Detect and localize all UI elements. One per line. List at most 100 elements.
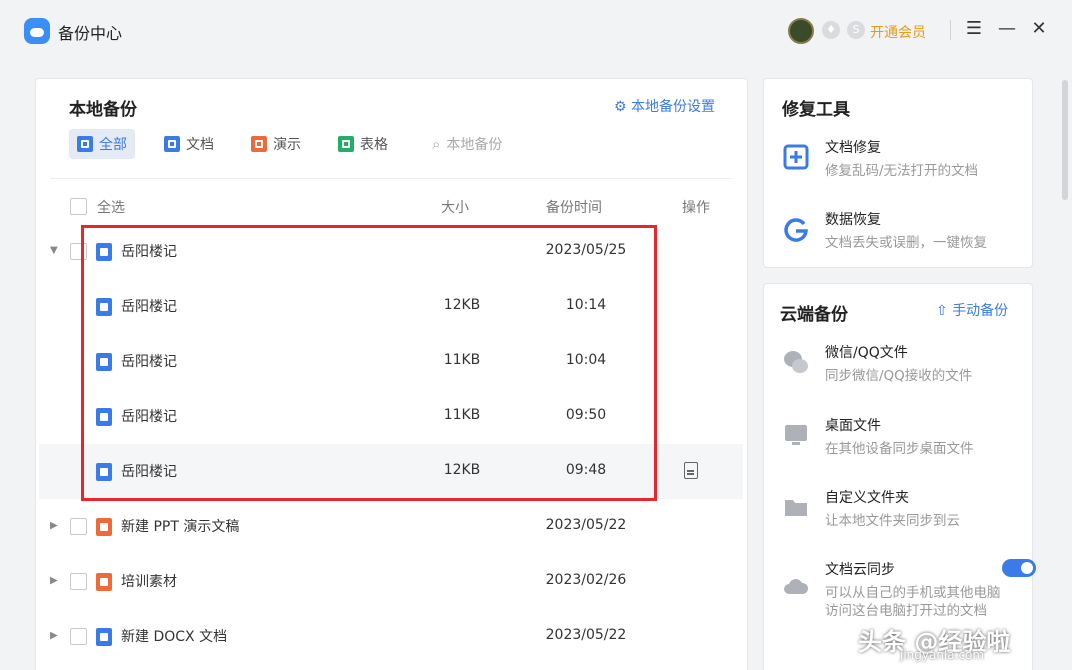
file-name: 新建 PPT 演示文稿 bbox=[121, 519, 240, 535]
select-all-checkbox[interactable] bbox=[70, 198, 87, 215]
tool-desc: 让本地文件夹同步到云 bbox=[825, 513, 960, 529]
doc-repair-icon bbox=[783, 144, 809, 170]
ppt-icon bbox=[96, 573, 112, 591]
backup-time: 10:14 bbox=[565, 297, 607, 313]
tool-name: 数据恢复 bbox=[825, 212, 881, 228]
tab-sheets-label: 表格 bbox=[360, 137, 388, 153]
collapse-caret-icon[interactable]: ▼ bbox=[50, 245, 58, 256]
tab-slides[interactable]: 演示 bbox=[243, 129, 309, 159]
select-all-label[interactable]: 全选 bbox=[97, 197, 125, 217]
upload-icon: ⇧ bbox=[936, 303, 948, 319]
manual-backup-link[interactable]: ⇧ 手动备份 bbox=[936, 300, 1008, 320]
file-size: 12KB bbox=[443, 462, 481, 478]
tab-all[interactable]: 全部 bbox=[69, 129, 135, 159]
desktop-files-item[interactable]: 桌面文件 在其他设备同步桌面文件 bbox=[782, 415, 1022, 459]
word-doc-icon bbox=[96, 353, 112, 371]
sheet-icon bbox=[338, 136, 354, 152]
tab-docs-label: 文档 bbox=[186, 137, 214, 153]
page-scrollbar[interactable] bbox=[1062, 80, 1068, 200]
backup-time: 2023/05/22 bbox=[545, 517, 627, 533]
membership-badge-icon[interactable]: ♦ bbox=[822, 21, 840, 39]
cloud-sync-toggle[interactable] bbox=[1002, 559, 1036, 577]
tool-name: 微信/QQ文件 bbox=[825, 345, 908, 361]
action-column-header: 操作 bbox=[682, 200, 710, 216]
title-separator bbox=[950, 20, 951, 40]
file-name: 岳阳楼记 bbox=[121, 464, 177, 480]
desktop-monitor-icon bbox=[785, 425, 807, 445]
table-row[interactable]: ▼ 新建 PPT 演示文稿 2023/05/22 bbox=[39, 499, 743, 554]
table-row[interactable]: ▼ 新建 DOCX 文档 2023/05/22 bbox=[39, 609, 743, 664]
table-row[interactable]: 岳阳楼记 12KB 10:14 bbox=[39, 279, 743, 334]
data-recovery-item[interactable]: 数据恢复 文档丢失或误删，一键恢复 bbox=[782, 209, 1022, 253]
row-checkbox[interactable] bbox=[70, 628, 87, 645]
file-size: 11KB bbox=[443, 352, 481, 368]
tool-name: 桌面文件 bbox=[825, 418, 881, 434]
word-doc-icon bbox=[96, 628, 112, 646]
time-column-header: 备份时间 bbox=[546, 200, 602, 216]
menu-icon[interactable]: ☰ bbox=[963, 18, 985, 39]
custom-folder-item[interactable]: 自定义文件夹 让本地文件夹同步到云 bbox=[782, 487, 1022, 531]
doc-cloud-sync-item[interactable]: 文档云同步 可以从自己的手机或其他电脑 访问这台电脑打开过的文档 bbox=[782, 559, 1036, 619]
table-row[interactable]: ▼ 培训素材 2023/02/26 bbox=[39, 554, 743, 609]
file-name: 岳阳楼记 bbox=[121, 409, 177, 425]
word-doc-icon bbox=[96, 298, 112, 316]
tool-desc: 文档丢失或误删，一键恢复 bbox=[825, 235, 987, 251]
tool-name: 自定义文件夹 bbox=[825, 490, 909, 506]
file-name: 岳阳楼记 bbox=[121, 354, 177, 370]
tool-desc: 同步微信/QQ接收的文件 bbox=[825, 368, 973, 384]
file-name: 岳阳楼记 bbox=[121, 299, 177, 315]
table-row[interactable]: 岳阳楼记 11KB 10:04 bbox=[39, 334, 743, 389]
backup-time: 09:48 bbox=[565, 462, 607, 478]
tool-desc-line2: 访问这台电脑打开过的文档 bbox=[825, 603, 987, 619]
doc-repair-item[interactable]: 文档修复 修复乱码/无法打开的文档 bbox=[782, 137, 1022, 181]
size-column-header: 大小 bbox=[441, 200, 469, 216]
repair-tools-title: 修复工具 bbox=[782, 100, 850, 120]
expand-caret-icon[interactable]: ▼ bbox=[48, 577, 59, 585]
word-doc-icon bbox=[164, 136, 180, 152]
search-local-backup[interactable]: ⌕ 本地备份 bbox=[424, 129, 510, 159]
minimize-icon[interactable]: — bbox=[996, 18, 1018, 39]
tool-name: 文档修复 bbox=[825, 140, 881, 156]
tool-desc: 在其他设备同步桌面文件 bbox=[825, 441, 974, 457]
table-row[interactable]: 岳阳楼记 12KB 09:48 bbox=[39, 444, 743, 499]
ppt-icon bbox=[251, 136, 267, 152]
tab-slides-label: 演示 bbox=[273, 137, 301, 153]
table-row[interactable]: 岳阳楼记 11KB 09:50 bbox=[39, 389, 743, 444]
tool-name: 文档云同步 bbox=[825, 562, 895, 578]
table-row[interactable]: ▼ 岳阳楼记 2023/05/25 bbox=[39, 224, 743, 279]
settings-link-label: 本地备份设置 bbox=[631, 99, 716, 115]
row-checkbox[interactable] bbox=[70, 573, 87, 590]
word-doc-icon bbox=[96, 463, 112, 481]
expand-caret-icon[interactable]: ▼ bbox=[48, 632, 59, 640]
close-icon[interactable]: ✕ bbox=[1028, 18, 1050, 39]
cloud-backup-panel: 云端备份 ⇧ 手动备份 微信/QQ文件 同步微信/QQ接收的文件 桌面文件 在其… bbox=[763, 283, 1036, 670]
open-vip-link[interactable]: 开通会员 bbox=[870, 22, 926, 42]
backup-time: 2023/05/25 bbox=[545, 242, 627, 258]
expand-caret-icon[interactable]: ▼ bbox=[48, 522, 59, 530]
folder-icon bbox=[785, 500, 807, 516]
search-placeholder: 本地备份 bbox=[446, 137, 503, 153]
manual-backup-label: 手动备份 bbox=[952, 303, 1009, 319]
header-divider bbox=[50, 178, 733, 179]
file-size: 12KB bbox=[443, 297, 481, 313]
local-backup-settings-link[interactable]: ⚙ 本地备份设置 bbox=[614, 96, 715, 116]
app-title: 备份中心 bbox=[58, 24, 123, 43]
all-icon bbox=[77, 136, 93, 152]
tool-desc: 可以从自己的手机或其他电脑 bbox=[825, 585, 1001, 601]
local-backup-title: 本地备份 bbox=[69, 100, 137, 120]
cloud-backup-title: 云端备份 bbox=[780, 305, 848, 325]
row-checkbox[interactable] bbox=[70, 518, 87, 535]
word-doc-icon bbox=[96, 408, 112, 426]
super-member-badge-icon[interactable]: S bbox=[847, 21, 865, 39]
file-name: 新建 DOCX 文档 bbox=[121, 629, 228, 645]
wechat-qq-files-item[interactable]: 微信/QQ文件 同步微信/QQ接收的文件 bbox=[782, 342, 1022, 386]
search-icon: ⌕ bbox=[432, 135, 441, 153]
user-avatar[interactable] bbox=[788, 18, 814, 44]
chat-bubbles-icon bbox=[784, 351, 808, 373]
tab-sheets[interactable]: 表格 bbox=[330, 129, 396, 159]
ppt-icon bbox=[96, 518, 112, 536]
tab-docs[interactable]: 文档 bbox=[156, 129, 222, 159]
row-checkbox[interactable] bbox=[70, 243, 87, 260]
backup-time: 10:04 bbox=[565, 352, 607, 368]
open-document-icon[interactable] bbox=[684, 462, 698, 479]
